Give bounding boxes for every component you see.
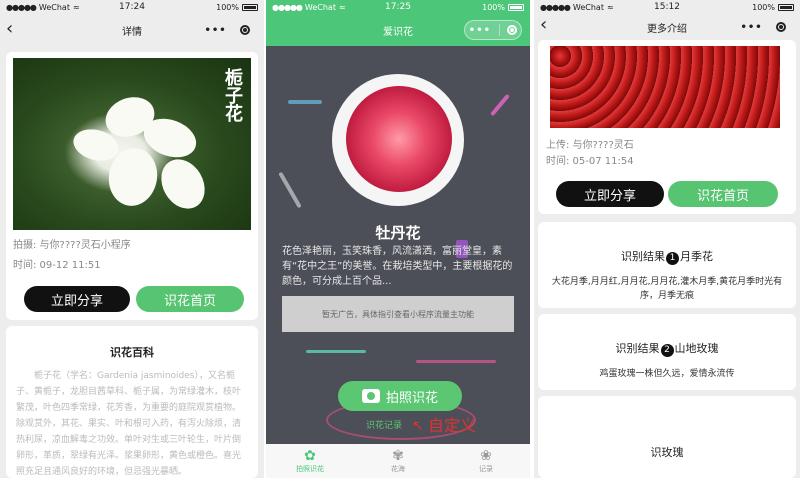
decor-dash: [278, 171, 302, 209]
result-prefix: 识别结果: [615, 342, 660, 355]
flower-glyph-icon: ✾: [392, 448, 404, 464]
carrier-label: WeChat: [304, 2, 336, 12]
nav-bar: ‹ 详情 •••: [0, 14, 264, 46]
back-arrow-icon[interactable]: ‹: [540, 16, 547, 34]
result-name: 山地玫瑰: [674, 342, 719, 355]
flower-vertical-title: 栀子花: [222, 68, 243, 122]
result-card: 识玫瑰: [538, 396, 796, 478]
back-arrow-icon[interactable]: ‹: [6, 20, 13, 38]
flower-icon: ✿: [304, 448, 316, 464]
tab-records[interactable]: ❀ 记录: [442, 444, 530, 478]
menu-capsule[interactable]: •••: [734, 17, 792, 37]
signal-dots-icon: ●●●●●: [6, 2, 37, 12]
wifi-icon: ≈: [338, 2, 346, 12]
result-card: 识别结果 2 山地玫瑰 鸡蛋玫瑰一株但久远，爱情永流传: [538, 314, 796, 390]
result-name: 月季花: [680, 250, 713, 263]
tab-photo[interactable]: ✿ 拍照识花: [266, 444, 354, 478]
page-title: 更多介绍: [647, 23, 687, 35]
phone-more-info-screen: ●●●●● WeChat ≈ 15:12 100% ‹ 更多介绍 ••• 上传: 与…: [534, 0, 800, 478]
menu-capsule[interactable]: •••: [198, 20, 256, 40]
carrier-label: WeChat: [38, 2, 70, 12]
phone-home-screen: ●●●●● WeChat ≈ 17:25 100% 爱识花 ••• 牡丹花 花色泽艳…: [266, 0, 530, 478]
decor-dash: [490, 93, 510, 117]
close-circle-icon[interactable]: [239, 25, 250, 35]
result-description: 鸡蛋玫瑰一株但久远，爱情永流传: [599, 369, 735, 379]
status-time: 15:12: [654, 2, 680, 12]
decor-dash: [288, 100, 322, 104]
info-card: 上传: 与你????灵石 时间: 05-07 11:54 立即分享 识花首页: [538, 40, 796, 214]
phone-detail-screen: ●●●●● WeChat ≈ 17:24 100% ‹ 详情 ••• 栀子花 拍摄:…: [0, 0, 264, 478]
wifi-icon: ≈: [606, 2, 614, 12]
take-photo-label: 拍照识花: [385, 390, 438, 406]
status-bar: ●●●●● WeChat ≈ 17:25 100%: [266, 0, 530, 14]
share-button[interactable]: 立即分享: [24, 286, 130, 312]
tab-label: 记录: [479, 465, 493, 473]
tab-label: 拍照识花: [296, 465, 324, 473]
battery-icon: [508, 3, 524, 11]
more-dots-icon[interactable]: •••: [204, 25, 226, 36]
battery-percent: 100%: [752, 2, 775, 12]
encyclopedia-text: 栀子花（学名：Gardenia jasminoides），又名栀子、黄栀子，龙胆…: [16, 371, 242, 477]
rose-photo: [550, 46, 780, 128]
wifi-icon: ≈: [72, 2, 80, 12]
encyclopedia-title: 识花百科: [110, 346, 154, 359]
detail-card: 栀子花 拍摄: 与你????灵石小程序 时间: 09-12 11:51 立即分享…: [6, 52, 258, 320]
battery-percent: 100%: [216, 2, 239, 12]
red-arrow-icon: ↖: [412, 418, 424, 434]
battery-percent: 100%: [482, 2, 505, 12]
camera-icon: [361, 389, 380, 403]
take-photo-button[interactable]: 拍照识花: [338, 381, 462, 411]
menu-capsule[interactable]: •••: [464, 20, 522, 40]
result-title: 识玫瑰: [650, 446, 684, 459]
battery-icon: [242, 3, 258, 11]
decor-dash: [416, 360, 496, 363]
page-title: 详情: [122, 26, 142, 38]
upload-by-text: 上传: 与你????灵石: [546, 140, 634, 151]
custom-annotation: 自定义: [428, 416, 477, 435]
tab-label: 花海: [391, 465, 405, 473]
result-number-badge: 1: [666, 252, 679, 265]
carrier-label: WeChat: [572, 2, 604, 12]
history-link[interactable]: 识花记录: [366, 418, 402, 431]
upload-by-text: 拍摄: 与你????灵石小程序: [13, 240, 131, 251]
result-number-badge: 2: [660, 344, 674, 357]
status-time: 17:24: [119, 2, 145, 12]
more-dots-icon[interactable]: •••: [469, 25, 491, 36]
peony-photo: [346, 86, 452, 192]
gardenia-photo: 栀子花: [13, 58, 251, 230]
home-button[interactable]: 识花首页: [668, 181, 778, 207]
flower-name: 牡丹花: [375, 224, 421, 242]
decor-dash: [306, 350, 366, 353]
result-prefix: 识别结果: [621, 250, 665, 263]
status-bar: ●●●●● WeChat ≈ 17:24 100%: [0, 0, 264, 14]
battery-icon: [778, 3, 794, 11]
share-button[interactable]: 立即分享: [556, 181, 664, 207]
close-circle-icon[interactable]: [507, 25, 518, 35]
result-card: 识别结果 1 月季花 大花月季,月月红,月月花,月月花,灌木月季,黄花月季时光有序，…: [538, 222, 796, 308]
time-text: 时间: 09-12 11:51: [13, 260, 101, 271]
status-time: 17:25: [385, 2, 411, 12]
screenshot-stage: ●●●●● WeChat ≈ 17:24 100% ‹ 详情 ••• 栀子花 拍摄:…: [0, 0, 800, 478]
result-title: 识别结果 2 山地玫瑰: [538, 340, 796, 357]
home-button[interactable]: 识花首页: [136, 286, 244, 312]
flower-description: 花色泽艳丽，玉笑珠香，风流潇洒，富丽堂皇，素有“花中之王”的美誉。在栽培类型中，…: [282, 246, 513, 287]
ad-placeholder: 暂无广告，具体指引查看小程序流量主功能: [282, 296, 514, 332]
nav-bar: ‹ 更多介绍 •••: [534, 14, 800, 40]
nav-bar: 爱识花 •••: [266, 14, 530, 46]
signal-dots-icon: ●●●●●: [540, 2, 571, 12]
signal-dots-icon: ●●●●●: [272, 2, 303, 12]
tab-flower-sea[interactable]: ✾ 花海: [354, 444, 442, 478]
petal-shape: [152, 151, 214, 217]
paw-icon: ❀: [480, 448, 492, 464]
result-description: 大花月季,月月红,月月花,月月花,灌木月季,黄花月季时光有序，月季无痕: [551, 277, 783, 301]
time-text: 时间: 05-07 11:54: [546, 156, 634, 167]
capsule-divider: [498, 24, 500, 36]
status-bar: ●●●●● WeChat ≈ 15:12 100%: [534, 0, 800, 14]
tab-bar: ✿ 拍照识花 ✾ 花海 ❀ 记录: [266, 444, 530, 478]
page-title: 爱识花: [383, 26, 413, 38]
close-circle-icon[interactable]: [775, 22, 786, 32]
more-dots-icon[interactable]: •••: [740, 22, 762, 33]
encyclopedia-card: 识花百科 栀子花（学名：Gardenia jasminoides），又名栀子、黄…: [6, 326, 258, 478]
result-title: 识别结果 1 月季花: [538, 248, 796, 265]
